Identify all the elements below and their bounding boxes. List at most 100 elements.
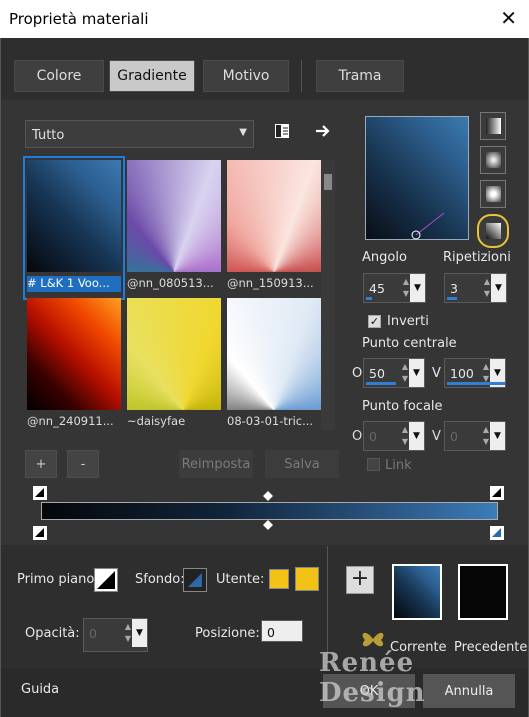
chevron-down-icon: ▼ — [239, 127, 247, 138]
current-material-swatch[interactable] — [392, 564, 442, 620]
tab-motivo[interactable]: Motivo — [203, 60, 289, 92]
chevron-down-icon[interactable]: ▼ — [491, 274, 506, 302]
tab-gradiente[interactable]: Gradiente — [109, 60, 195, 92]
position-label: Posizione: — [195, 626, 260, 641]
scrollbar-thumb[interactable] — [324, 174, 332, 190]
tab-colore[interactable]: Colore — [14, 60, 104, 92]
gradient-swatch[interactable]: @nn_150913... — [225, 158, 323, 298]
add-gradient-button[interactable]: + — [25, 450, 57, 478]
foreground-swatch[interactable] — [94, 568, 118, 592]
gradient-preview — [27, 160, 121, 272]
gradient-preview — [227, 160, 321, 272]
focal-v-label: V — [432, 429, 441, 444]
slider-fill — [366, 382, 396, 385]
gradient-swatch-icon — [97, 571, 115, 589]
previous-material-swatch[interactable] — [458, 564, 508, 620]
angle-label: Angolo — [362, 250, 407, 265]
center-label: Punto centrale — [362, 336, 457, 351]
reset-button[interactable]: Reimposta — [179, 450, 253, 478]
close-button[interactable]: ✕ — [500, 6, 517, 30]
foreground-label: Primo piano: — [17, 572, 99, 587]
gradient-preview — [127, 160, 221, 272]
spin-arrows-icon[interactable]: ▲ ▼ — [402, 361, 408, 385]
gradient-swatch[interactable]: @nn_080513... — [125, 158, 223, 298]
slider-fill — [447, 297, 457, 300]
book-icon[interactable] — [273, 122, 291, 140]
divider — [327, 546, 328, 664]
midpoint-marker[interactable] — [263, 520, 273, 530]
gradient-scrollbar[interactable] — [321, 160, 335, 430]
gradient-swatch[interactable]: ~daisyfae — [125, 296, 223, 436]
center-h-input[interactable]: 50 ▲ ▼ ▼ — [363, 358, 425, 388]
gradient-swatch[interactable]: # L&K 1 Voo... — [23, 156, 125, 300]
gradient-filter-dropdown[interactable]: Tutto ▼ — [25, 120, 254, 148]
title-bar: Proprietà materiali ✕ — [0, 0, 529, 38]
center-v-input[interactable]: 100 ▲ ▼ ▼ — [444, 358, 506, 388]
spin-arrows-icon[interactable]: ▲ ▼ — [402, 424, 408, 448]
remove-gradient-button[interactable]: - — [67, 450, 99, 478]
chevron-down-icon[interactable]: ▼ — [132, 619, 147, 647]
gradient-swatch[interactable]: @nn_240911... — [25, 296, 123, 436]
gradient-bar[interactable] — [41, 502, 498, 520]
radial-gradient-type-button[interactable] — [477, 214, 509, 248]
opacity-label: Opacità: — [25, 626, 80, 641]
gradient-name: ~daisyfae — [127, 414, 186, 428]
center-v-label: V — [432, 366, 441, 381]
spin-arrows-icon[interactable]: ▲ ▼ — [403, 276, 409, 300]
focal-h-input[interactable]: 0 ▲ ▼ ▼ — [363, 421, 425, 451]
gradient-name: @nn_240911... — [27, 414, 114, 428]
gradient-name: # L&K 1 Voo... — [27, 276, 121, 292]
focal-h-value: 0 — [369, 429, 377, 444]
slider-fill — [366, 297, 372, 300]
gradient-grid: # L&K 1 Voo... @nn_080513... @nn_150913.… — [23, 156, 336, 432]
chevron-down-icon[interactable]: ▼ — [490, 422, 505, 450]
repeats-input[interactable]: 3 ▲ ▼ ▼ — [444, 273, 507, 303]
link-label: Link — [385, 458, 412, 473]
chevron-down-icon[interactable]: ▼ — [409, 359, 424, 387]
link-checkbox[interactable] — [367, 458, 380, 471]
background-swatch[interactable] — [183, 568, 207, 592]
angle-input[interactable]: 45 ▲ ▼ ▼ — [363, 273, 426, 303]
tab-bar: Colore Gradiente Motivo Trama — [1, 38, 528, 100]
focal-v-input[interactable]: 0 ▲ ▼ ▼ — [444, 421, 506, 451]
tab-trama[interactable]: Trama — [316, 60, 404, 92]
invert-label: Inverti — [387, 314, 429, 329]
opacity-value: 0 — [89, 626, 97, 641]
position-input[interactable]: 0 — [261, 620, 303, 642]
chevron-down-icon[interactable]: ▼ — [409, 422, 424, 450]
center-h-label: O — [352, 366, 363, 381]
center-h-value: 50 — [369, 366, 385, 381]
position-value: 0 — [267, 625, 275, 640]
gradient-name: @nn_150913... — [227, 276, 314, 290]
user-color-swatch[interactable] — [295, 567, 319, 591]
butterfly-icon — [362, 632, 384, 647]
gradient-swatch[interactable]: 08-03-01-tric... — [225, 296, 323, 436]
arrow-right-icon[interactable] — [314, 122, 332, 140]
user-label: Utente: — [216, 572, 265, 587]
gradient-preview — [127, 298, 221, 410]
linear-gradient-type-button[interactable] — [480, 112, 506, 140]
spin-arrows-icon[interactable]: ▲ ▼ — [484, 276, 490, 300]
center-v-value: 100 — [450, 366, 474, 381]
chevron-down-icon[interactable]: ▼ — [410, 274, 425, 302]
midpoint-marker[interactable] — [263, 491, 273, 501]
repeats-label: Ripetizioni — [443, 250, 511, 265]
help-link[interactable]: Guida — [21, 682, 59, 697]
repeats-value: 3 — [450, 281, 458, 296]
gradient-preview-large[interactable] — [365, 116, 469, 240]
opacity-input[interactable]: 0 ▲ ▼ ▼ — [83, 618, 148, 652]
save-button[interactable]: Salva — [265, 450, 339, 478]
gradient-preview — [227, 298, 321, 410]
spin-arrows-icon[interactable]: ▲ ▼ — [483, 424, 489, 448]
spin-arrows-icon[interactable]: ▲ ▼ — [125, 621, 131, 645]
window-title: Proprietà materiali — [9, 10, 149, 28]
add-swatch-icon[interactable]: + — [346, 566, 374, 594]
focal-h-label: O — [352, 429, 363, 444]
gradient-preview — [27, 298, 121, 410]
user-color-swatch[interactable] — [269, 569, 289, 589]
invert-checkbox[interactable]: ✓ — [368, 315, 381, 328]
sunburst-gradient-type-button[interactable] — [480, 180, 506, 208]
rectangular-gradient-type-button[interactable] — [480, 146, 506, 174]
watermark-text: Renée Design — [319, 648, 426, 708]
gradient-name: @nn_080513... — [127, 276, 214, 290]
